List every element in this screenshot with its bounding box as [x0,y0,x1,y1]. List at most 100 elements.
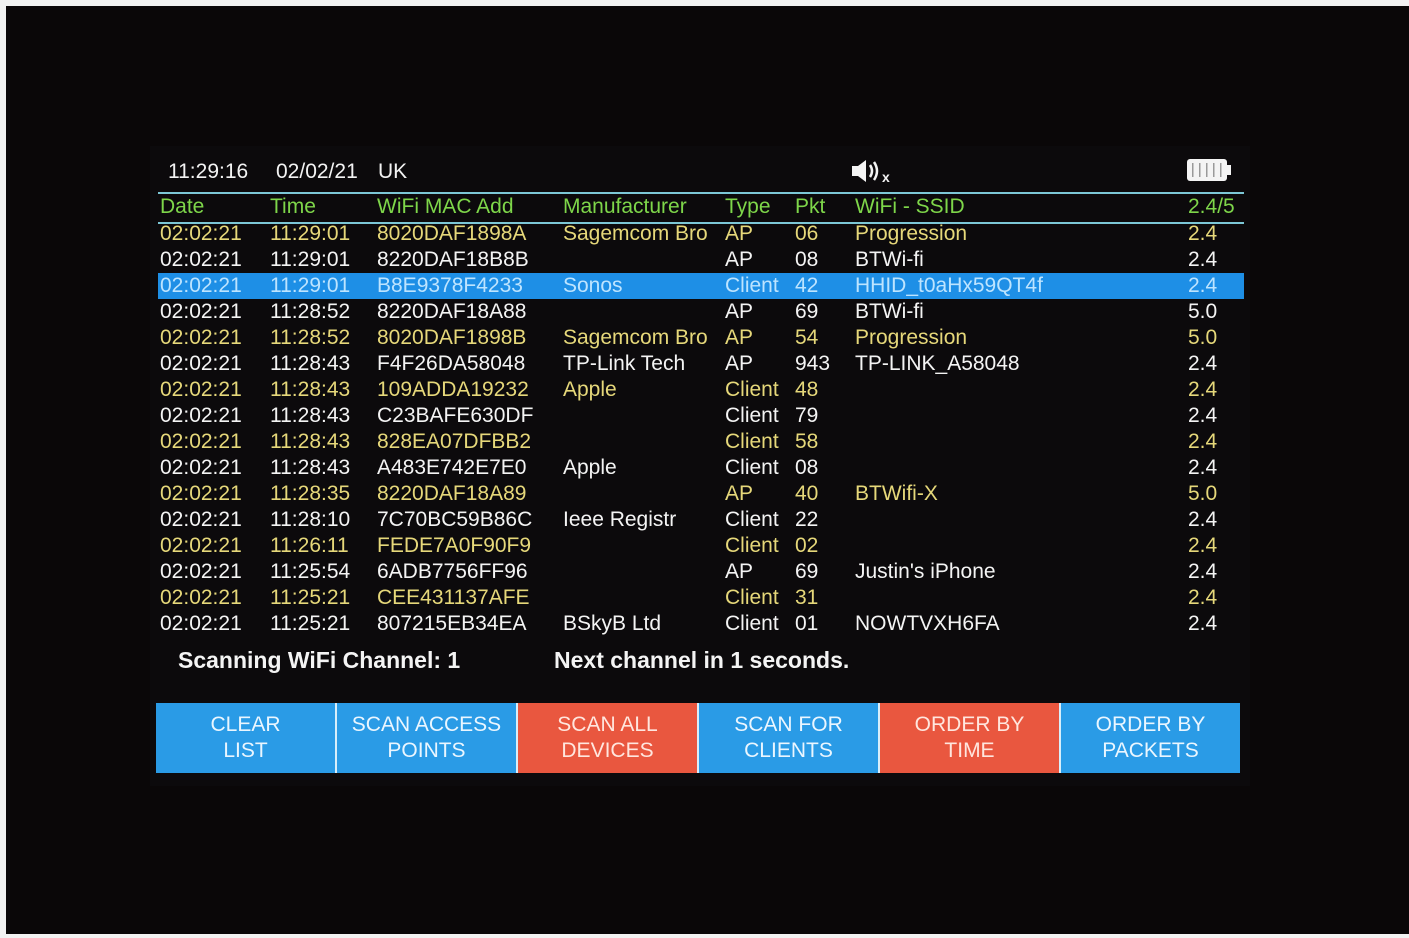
cell-time: 11:29:01 [270,248,351,271]
cell-date: 02:02:21 [160,430,242,453]
table-row[interactable]: 02:02:21 11:25:21 CEE431137AFE Client 31 2.4 [158,585,1244,611]
cell-time: 11:28:43 [270,404,351,427]
cell-ssid: Justin's iPhone [855,560,996,583]
cell-pkt: 40 [795,482,819,505]
table-header-row: Date Time WiFi MAC Add Manufacturer Type… [158,193,1244,221]
table-row[interactable]: 02:02:21 11:26:11 FEDE7A0F90F9 Client 02 2.4 [158,533,1244,559]
header-band[interactable]: 2.4/5 [1188,193,1235,221]
cell-time: 11:28:10 [270,508,351,531]
cell-ssid: NOWTVXH6FA [855,612,1000,635]
cell-mac: 8220DAF18A89 [377,482,527,505]
scan-all-devices-button[interactable]: SCAN ALL DEVICES [518,703,699,773]
cell-mac: 8020DAF1898A [377,222,527,245]
cell-band: 5.0 [1188,326,1218,349]
table-row[interactable]: 02:02:21 11:28:43 C23BAFE630DF Client 79 2.4 [158,403,1244,429]
table-row[interactable]: 02:02:21 11:28:43 828EA07DFBB2 Client 58 2.4 [158,429,1244,455]
cell-date: 02:02:21 [160,482,242,505]
cell-mac: 8020DAF1898B [377,326,527,349]
order-by-time-button[interactable]: ORDER BY TIME [880,703,1061,773]
cell-mac: 109ADDA19232 [377,378,529,401]
svg-text:x: x [882,169,890,184]
order-by-packets-label: ORDER BY PACKETS [1096,712,1206,764]
table-row[interactable]: 02:02:21 11:29:01 8220DAF18B8B AP 08 BTWi-fi 2… [158,247,1244,273]
header-manufacturer[interactable]: Manufacturer [563,193,687,221]
button-label-line: SCAN ACCESS [351,713,502,736]
cell-pkt: 01 [795,612,819,635]
table-row[interactable]: 02:02:21 11:28:52 8220DAF18A88 AP 69 BTWi-fi 5… [158,299,1244,325]
scan-access-points-button[interactable]: SCAN ACCESS POINTS [337,703,518,773]
table-row[interactable]: 02:02:21 11:28:35 8220DAF18A89 AP 40 BTWifi-X… [158,481,1244,507]
cell-date: 02:02:21 [160,456,242,479]
table-row[interactable]: 02:02:21 11:29:01 8020DAF1898A Sagemcom Bro… [158,221,1244,247]
cell-manufacturer: Apple [563,378,617,401]
cell-mac: B8E9378F4233 [377,274,523,297]
button-label-line: POINTS [387,739,466,762]
table-row[interactable]: 02:02:21 11:25:21 807215EB34EA BSkyB Ltd Cli… [158,611,1244,637]
order-by-time-label: ORDER BY TIME [915,712,1025,764]
cell-type: AP [725,300,754,323]
cell-date: 02:02:21 [160,248,242,271]
table-row[interactable]: 02:02:21 11:28:10 7C70BC59B86C Ieee Registr… [158,507,1244,533]
header-ssid[interactable]: WiFi - SSID [855,193,965,221]
cell-mac: F4F26DA58048 [377,352,526,375]
cell-manufacturer: TP-Link Tech [563,352,686,375]
cell-mac: 8220DAF18A88 [377,300,527,323]
cell-mac: 7C70BC59B86C [377,508,533,531]
button-label-line: CLIENTS [744,739,833,762]
clear-list-button[interactable]: CLEAR LIST [156,703,337,773]
cell-time: 11:25:21 [270,586,351,609]
region-label: UK [378,160,408,183]
button-label-line: SCAN FOR [734,713,843,736]
cell-time: 11:28:43 [270,352,351,375]
table-row[interactable]: 02:02:21 11:25:54 6ADB7756FF96 AP 69 Justin's… [158,559,1244,585]
cell-ssid: HHID_t0aHx59QT4f [855,274,1043,297]
header-mac[interactable]: WiFi MAC Add [377,193,514,221]
scan-status: Scanning WiFi Channel: 1 Next channel in… [178,645,1178,677]
header-date[interactable]: Date [160,193,204,221]
clock-time: 11:29:16 [168,160,249,183]
scan-access-points-label: SCAN ACCESS POINTS [352,712,501,764]
cell-pkt: 69 [795,300,819,323]
cell-time: 11:25:21 [270,612,351,635]
action-button-bar: CLEAR LIST SCAN ACCESS POINTS SCAN ALL DEVICE… [156,703,1240,773]
cell-band: 2.4 [1188,456,1218,479]
cell-manufacturer: Sonos [563,274,623,297]
cell-ssid: BTWifi-X [855,482,938,505]
cell-time: 11:25:54 [270,560,351,583]
scan-all-devices-label: SCAN ALL DEVICES [557,712,657,764]
cell-date: 02:02:21 [160,586,242,609]
cell-band: 2.4 [1188,352,1218,375]
table-body: 02:02:21 11:29:01 8020DAF1898A Sagemcom Bro… [158,221,1244,637]
table-row[interactable]: 02:02:21 11:28:43 F4F26DA58048 TP-Link Tech… [158,351,1244,377]
cell-manufacturer: BSkyB Ltd [563,612,662,635]
cell-time: 11:26:11 [270,534,349,557]
scan-for-clients-button[interactable]: SCAN FOR CLIENTS [699,703,880,773]
cell-date: 02:02:21 [160,378,242,401]
table-row[interactable]: 02:02:21 11:28:43 A483E742E7E0 Apple Client 0… [158,455,1244,481]
cell-mac: FEDE7A0F90F9 [377,534,532,557]
cell-pkt: 48 [795,378,819,401]
order-by-packets-button[interactable]: ORDER BY PACKETS [1061,703,1240,773]
cell-ssid: BTWi-fi [855,248,924,271]
button-label-line: ORDER BY [1095,713,1206,736]
header-type[interactable]: Type [725,193,771,221]
cell-mac: A483E742E7E0 [377,456,527,479]
table-row[interactable]: 02:02:21 11:28:52 8020DAF1898B Sagemcom Bro… [158,325,1244,351]
table-row[interactable]: 02:02:21 11:29:01 B8E9378F4233 Sonos Client 4… [158,273,1244,299]
cell-type: AP [725,222,754,245]
cell-pkt: 42 [795,274,819,297]
cell-pkt: 54 [795,326,819,349]
button-label-line: ORDER BY [914,713,1025,736]
cell-type: Client [725,456,779,479]
cell-band: 2.4 [1188,248,1218,271]
cell-mac: 807215EB34EA [377,612,527,635]
cell-pkt: 06 [795,222,819,245]
cell-band: 2.4 [1188,222,1218,245]
speaker-muted-icon[interactable]: x [850,158,894,184]
cell-time: 11:28:35 [270,482,351,505]
header-time[interactable]: Time [270,193,316,221]
header-pkt[interactable]: Pkt [795,193,825,221]
cell-manufacturer: Sagemcom Bro [563,326,708,349]
cell-type: Client [725,274,779,297]
table-row[interactable]: 02:02:21 11:28:43 109ADDA19232 Apple Client 4… [158,377,1244,403]
